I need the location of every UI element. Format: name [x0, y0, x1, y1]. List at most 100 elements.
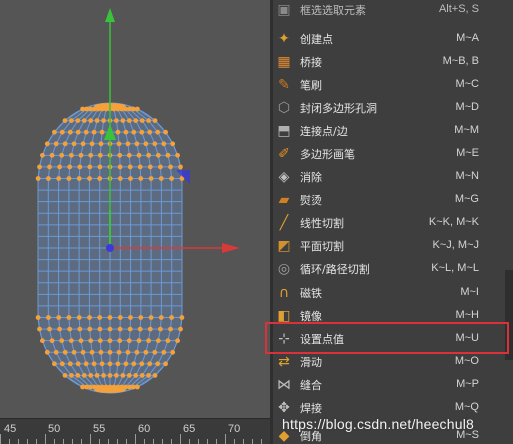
menu-item-shortcut: M~C — [455, 78, 479, 90]
mesh-vertex — [148, 315, 154, 320]
bridge-icon: ▦ — [277, 53, 291, 70]
menu-item-connect-points[interactable]: ⬒ 连接点/边 M~M — [270, 119, 513, 142]
mesh-vertex — [146, 152, 152, 158]
mesh-vertex — [87, 326, 93, 332]
menu-item-brush[interactable]: ✎ 笔刷 M~C — [270, 73, 513, 96]
ruler-tick — [234, 439, 235, 444]
menu-item-shortcut: M~B, B — [442, 55, 479, 67]
menu-item-label: 滑动 — [300, 356, 322, 369]
ruler-tick — [0, 434, 1, 444]
menu-item-slide[interactable]: ⇄ 滑动 M~O — [270, 350, 513, 373]
mesh-vertex — [98, 141, 104, 147]
mesh-vertex — [165, 152, 171, 158]
ruler-label: 65 — [183, 423, 196, 435]
box-select-icon: ▣ — [277, 1, 291, 18]
mesh-vertex — [53, 349, 59, 355]
menu-item-shortcut: K~J, M~J — [432, 239, 479, 251]
mesh-vertex — [169, 315, 175, 320]
ruler-tick — [54, 439, 55, 444]
menu-item-label: 焊接 — [300, 402, 322, 415]
y-axis-arrow-icon — [105, 8, 115, 22]
ruler-tick — [216, 439, 217, 444]
mesh-vertex — [125, 349, 131, 355]
mesh-vertex — [147, 361, 153, 367]
mesh-vertex — [128, 176, 133, 181]
mesh-vertex — [116, 141, 122, 147]
menu-item-magnet[interactable]: ∩ 磁铁 M~I — [270, 281, 513, 304]
mesh-vertex — [75, 118, 81, 123]
mesh-vertex — [123, 361, 129, 367]
menu-item-set-point-value[interactable]: ⊹ 设置点值 M~U — [270, 327, 513, 350]
timeline-ruler[interactable]: 45 50 55 60 65 70 — [0, 418, 270, 444]
mesh-vertex — [107, 361, 113, 367]
menu-item-polygon-pen[interactable]: ✐ 多边形画笔 M~E — [270, 142, 513, 165]
ruler-label: 60 — [138, 423, 151, 435]
mesh-vertex — [114, 373, 119, 378]
menu-item-line-cut[interactable]: ╱ 线性切割 K~K, M~K — [270, 211, 513, 234]
mesh-vertex — [152, 349, 158, 355]
menu-item-close-hole[interactable]: ⬡ 封闭多边形孔洞 M~D — [270, 96, 513, 119]
ruler-tick — [117, 439, 118, 444]
dissolve-icon: ◈ — [278, 168, 290, 185]
polygon-pen-icon: ✐ — [278, 145, 290, 162]
menu-item-box-select[interactable]: ▣ 框选选取元素 Alt+S, S — [270, 0, 513, 21]
ruler-tick — [126, 439, 127, 444]
mesh-vertex — [80, 349, 86, 355]
menu-item-label: 封闭多边形孔洞 — [300, 102, 377, 115]
menu-item-plane-cut[interactable]: ◩ 平面切割 K~J, M~J — [270, 234, 513, 257]
mesh-vertex — [152, 118, 158, 123]
mesh-vertex — [53, 141, 59, 147]
mesh-vertex — [135, 384, 140, 390]
menu-item-loop-cut[interactable]: ◎ 循环/路径切割 K~L, M~L — [270, 257, 513, 280]
mesh-vertex — [139, 129, 145, 135]
mesh-vertex — [179, 315, 185, 320]
mesh-vertex — [78, 152, 84, 158]
mesh-vertex — [178, 164, 183, 170]
mesh-vertex — [71, 141, 77, 147]
menu-item-label: 平面切割 — [300, 240, 344, 253]
menu-item-stitch[interactable]: ⋈ 缝合 M~P — [270, 373, 513, 396]
magnet-icon: ∩ — [278, 284, 290, 301]
ruler-tick — [27, 439, 28, 444]
menu-item-label: 消除 — [300, 171, 322, 184]
menu-item-label: 缝合 — [300, 379, 322, 392]
menu-item-mirror[interactable]: ◧ 镜像 M~H — [270, 304, 513, 327]
mesh-vertex — [117, 176, 123, 181]
3d-viewport[interactable] — [0, 0, 270, 418]
ruler-tick — [108, 439, 109, 444]
menu-item-label: 循环/路径切割 — [300, 263, 370, 276]
mesh-vertex — [99, 361, 105, 367]
menu-item-shortcut: M~A — [456, 32, 479, 44]
menu-item-shortcut: M~U — [455, 332, 479, 344]
mesh-vertex — [161, 349, 167, 355]
stitch-icon: ⋈ — [277, 376, 291, 393]
menu-item-shortcut: M~E — [456, 147, 479, 159]
mesh-vertex — [87, 315, 92, 320]
ruler-tick — [36, 439, 37, 444]
menu-item-shortcut: M~P — [456, 378, 479, 390]
menu-item-dissolve[interactable]: ◈ 消除 M~N — [270, 165, 513, 188]
mesh-vertex — [66, 176, 72, 181]
mesh-vertex — [88, 118, 94, 123]
menu-item-create-point[interactable]: ✦ 创建点 M~A — [270, 27, 513, 50]
ruler-tick — [198, 439, 199, 444]
menu-item-label: 创建点 — [300, 33, 333, 46]
menu-item-label: 框选选取元素 — [300, 4, 366, 17]
mesh-vertex — [67, 326, 73, 332]
mesh-vertex — [131, 129, 137, 135]
mesh-vertex — [81, 118, 87, 123]
menu-item-iron[interactable]: ▰ 熨烫 M~G — [270, 188, 513, 211]
mesh-vertex — [97, 176, 103, 181]
capsule-mesh[interactable] — [0, 0, 270, 418]
mesh-vertex — [107, 315, 113, 320]
mesh-vertex — [49, 338, 55, 344]
mesh-vertex — [161, 141, 167, 147]
mesh-vertex — [57, 164, 62, 170]
mesh-vertex — [136, 152, 142, 158]
mesh-vertex — [62, 349, 68, 355]
slide-icon: ⇄ — [278, 353, 290, 370]
menu-item-bridge[interactable]: ▦ 桥接 M~B, B — [270, 50, 513, 73]
gizmo-center — [106, 244, 114, 252]
menu-item-shortcut: M~O — [454, 355, 479, 367]
mesh-vertex — [52, 129, 57, 135]
